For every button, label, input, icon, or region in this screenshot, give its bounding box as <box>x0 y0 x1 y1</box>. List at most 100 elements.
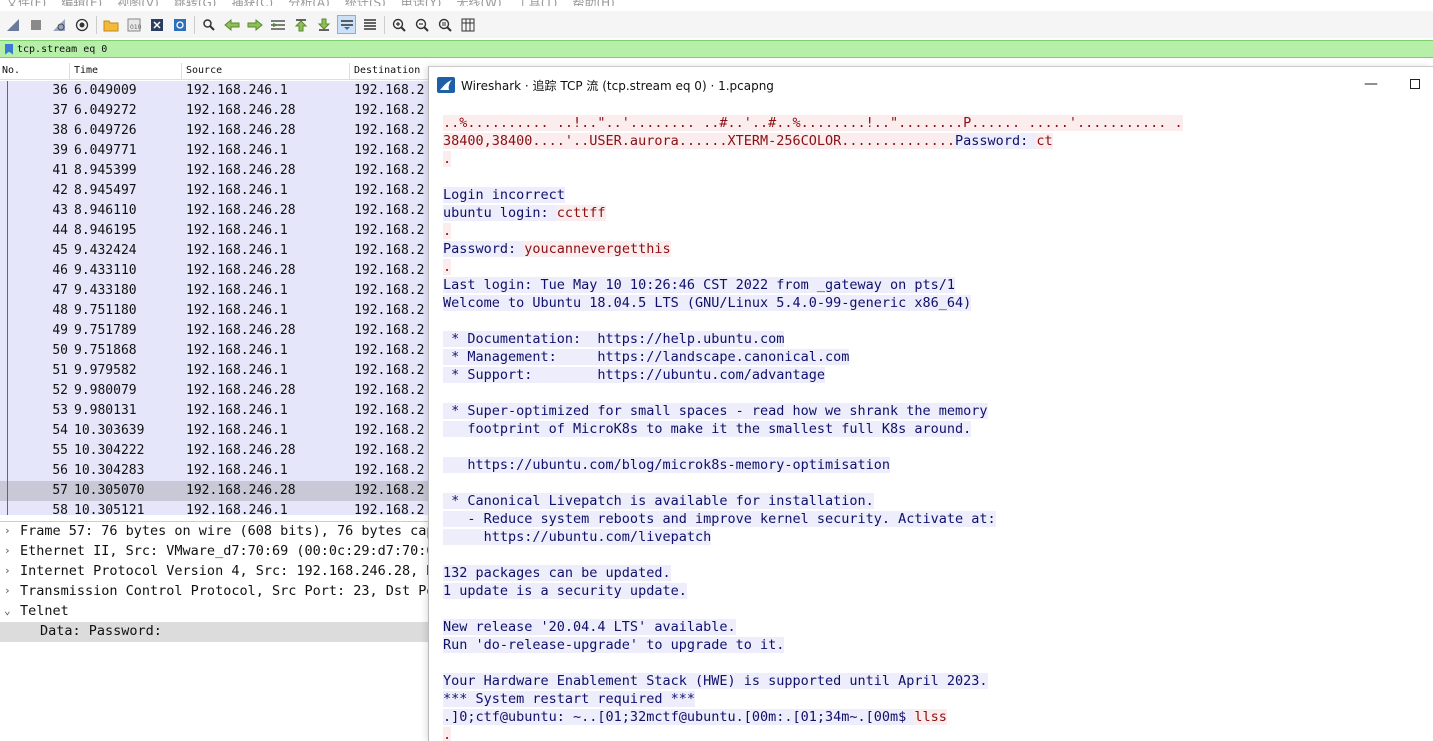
last-packet-icon[interactable] <box>314 15 333 34</box>
column-header-no[interactable]: No. <box>2 65 20 76</box>
packet-row[interactable]: 46 9.433110 192.168.246.28 192.168.2 <box>0 261 428 281</box>
packet-row[interactable]: 57 10.305070 192.168.246.28 192.168.2 <box>0 481 428 501</box>
packet-destination: 192.168.2 <box>354 263 425 278</box>
packet-row[interactable]: 41 8.945399 192.168.246.28 192.168.2 <box>0 161 428 181</box>
packet-row[interactable]: 45 9.432424 192.168.246.1 192.168.2 <box>0 241 428 261</box>
packet-destination: 192.168.2 <box>354 443 425 458</box>
column-divider[interactable] <box>69 63 70 80</box>
restart-icon[interactable] <box>49 15 68 34</box>
packet-number: 43 <box>52 203 68 218</box>
packet-row[interactable]: 39 6.049771 192.168.246.1 192.168.2 <box>0 141 428 161</box>
menu-item[interactable]: 编辑(E) <box>61 0 102 6</box>
zoom-out-icon[interactable] <box>412 15 431 34</box>
stream-content[interactable]: ..%.......... ..!.."..'........ ..#..'..… <box>443 114 1428 741</box>
back-icon[interactable] <box>222 15 241 34</box>
shark-fin-start-icon[interactable] <box>3 15 22 34</box>
autoscroll-icon[interactable] <box>337 15 356 34</box>
go-to-icon[interactable] <box>268 15 287 34</box>
maximize-button[interactable] <box>1405 74 1425 94</box>
packet-row[interactable]: 37 6.049272 192.168.246.28 192.168.2 <box>0 101 428 121</box>
packet-destination: 192.168.2 <box>354 283 425 298</box>
minimize-icon: — <box>1364 76 1378 92</box>
chevron-right-icon[interactable]: › <box>4 524 11 537</box>
packet-row[interactable]: 56 10.304283 192.168.246.1 192.168.2 <box>0 461 428 481</box>
packet-number: 38 <box>52 123 68 138</box>
colorize-icon[interactable] <box>360 15 379 34</box>
packet-destination: 192.168.2 <box>354 123 425 138</box>
packet-row[interactable]: 51 9.979582 192.168.246.1 192.168.2 <box>0 361 428 381</box>
resize-columns-icon[interactable] <box>458 15 477 34</box>
chevron-right-icon[interactable]: › <box>4 544 11 557</box>
forward-icon[interactable] <box>245 15 264 34</box>
detail-field[interactable]: Data: Password: <box>0 622 428 642</box>
menu-item[interactable]: 帮助(H) <box>572 0 614 6</box>
server-data: Run 'do-release-upgrade' to upgrade to i… <box>443 637 785 653</box>
detail-tree-node[interactable]: ⌄ Telnet <box>0 602 428 622</box>
menu-item[interactable]: 工具(T) <box>517 0 558 6</box>
packet-row[interactable]: 49 9.751789 192.168.246.28 192.168.2 <box>0 321 428 341</box>
column-divider[interactable] <box>181 63 182 80</box>
client-data: ccttff <box>556 205 606 221</box>
stream-line: * Management: https://landscape.canonica… <box>443 348 1428 366</box>
menu-item[interactable]: 文件(F) <box>6 0 46 6</box>
packet-source: 192.168.246.1 <box>186 343 288 358</box>
packet-row[interactable]: 55 10.304222 192.168.246.28 192.168.2 <box>0 441 428 461</box>
detail-text: Transmission Control Protocol, Src Port:… <box>20 583 428 599</box>
stream-line: * Canonical Livepatch is available for i… <box>443 492 1428 510</box>
packet-row[interactable]: 42 8.945497 192.168.246.1 192.168.2 <box>0 181 428 201</box>
toolbar-separator <box>96 15 97 34</box>
find-icon[interactable] <box>199 15 218 34</box>
detail-tree-node[interactable]: › Transmission Control Protocol, Src Port… <box>0 582 428 602</box>
packet-row[interactable]: 38 6.049726 192.168.246.28 192.168.2 <box>0 121 428 141</box>
packet-destination: 192.168.2 <box>354 403 425 418</box>
detail-tree-node[interactable]: › Ethernet II, Src: VMware_d7:70:69 (00:0… <box>0 542 428 562</box>
display-filter-input[interactable] <box>17 41 1417 57</box>
packet-row[interactable]: 48 9.751180 192.168.246.1 192.168.2 <box>0 301 428 321</box>
packet-row[interactable]: 43 8.946110 192.168.246.28 192.168.2 <box>0 201 428 221</box>
server-data: Welcome to Ubuntu 18.04.5 LTS (GNU/Linux… <box>443 295 972 311</box>
column-divider[interactable] <box>349 63 350 80</box>
chevron-right-icon[interactable]: › <box>4 584 11 597</box>
column-header-source[interactable]: Source <box>186 65 222 76</box>
packet-row[interactable]: 47 9.433180 192.168.246.1 192.168.2 <box>0 281 428 301</box>
menu-item[interactable]: 无线(W) <box>457 0 502 6</box>
reload-icon[interactable] <box>170 15 189 34</box>
detail-tree-node[interactable]: › Frame 57: 76 bytes on wire (608 bits), … <box>0 522 428 542</box>
menu-item[interactable]: 视图(V) <box>117 0 159 6</box>
menu-item[interactable]: 分析(A) <box>288 0 330 6</box>
chevron-down-icon[interactable]: ⌄ <box>4 604 11 617</box>
toolbar-separator <box>194 15 195 34</box>
packet-source: 192.168.246.28 <box>186 123 296 138</box>
packet-row[interactable]: 44 8.946195 192.168.246.1 192.168.2 <box>0 221 428 241</box>
packet-row[interactable]: 36 6.049009 192.168.246.1 192.168.2 <box>0 81 428 101</box>
client-data: . <box>443 259 452 275</box>
stream-line <box>443 438 1428 456</box>
packet-number: 58 <box>52 503 68 515</box>
stream-line: .]0;ctf@ubuntu: ~..[01;32mctf@ubuntu.[00… <box>443 708 1428 726</box>
options-icon[interactable] <box>72 15 91 34</box>
packet-row[interactable]: 50 9.751868 192.168.246.1 192.168.2 <box>0 341 428 361</box>
packet-row[interactable]: 54 10.303639 192.168.246.1 192.168.2 <box>0 421 428 441</box>
menu-item[interactable]: 统计(S) <box>345 0 386 6</box>
packet-row[interactable]: 53 9.980131 192.168.246.1 192.168.2 <box>0 401 428 421</box>
packet-row[interactable]: 58 10.305121 192.168.246.1 192.168.2 <box>0 501 428 515</box>
column-header-destination[interactable]: Destination <box>354 65 420 76</box>
open-folder-icon[interactable] <box>101 15 120 34</box>
detail-tree-node[interactable]: › Internet Protocol Version 4, Src: 192.1… <box>0 562 428 582</box>
save-icon[interactable]: 0101 <box>124 15 143 34</box>
packet-row[interactable]: 52 9.980079 192.168.246.28 192.168.2 <box>0 381 428 401</box>
menu-item[interactable]: 电话(Y) <box>401 0 442 6</box>
server-data: - Reduce system reboots and improve kern… <box>443 511 996 527</box>
close-file-icon[interactable] <box>147 15 166 34</box>
stop-icon[interactable] <box>26 15 45 34</box>
menu-item[interactable]: 捕获(C) <box>231 0 273 6</box>
chevron-right-icon[interactable]: › <box>4 564 11 577</box>
column-header-time[interactable]: Time <box>74 65 98 76</box>
bookmark-icon[interactable] <box>5 43 13 55</box>
first-packet-icon[interactable] <box>291 15 310 34</box>
zoom-normal-icon[interactable] <box>435 15 454 34</box>
zoom-in-icon[interactable] <box>389 15 408 34</box>
menu-item[interactable]: 跳转(G) <box>174 0 217 6</box>
minimize-button[interactable]: — <box>1361 74 1381 94</box>
packet-number: 57 <box>52 483 68 498</box>
